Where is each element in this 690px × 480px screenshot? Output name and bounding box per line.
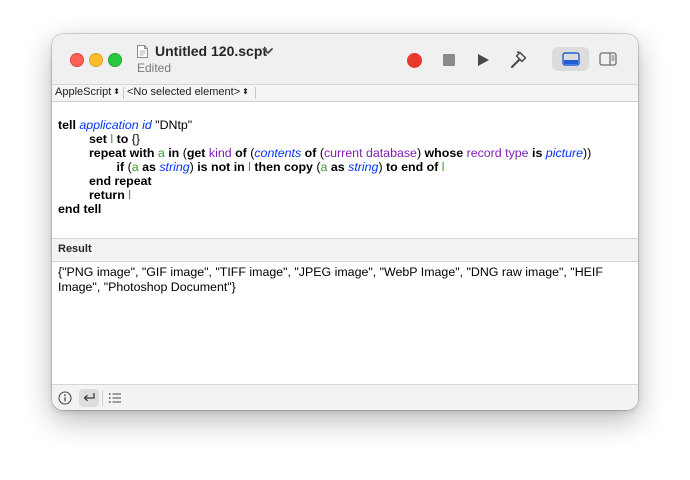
code-property: current database: [323, 146, 417, 160]
code-class: picture: [545, 146, 583, 160]
language-popup[interactable]: AppleScript ⬍: [55, 86, 120, 98]
code-variable: a: [320, 160, 328, 174]
code-keyword: repeat with: [88, 146, 155, 160]
minimize-button[interactable]: [89, 53, 103, 67]
code-variable: l: [110, 132, 114, 146]
code-application: application: [79, 118, 139, 132]
record-button[interactable]: [404, 50, 424, 70]
language-label: AppleScript: [55, 86, 112, 98]
bottom-bar: [52, 384, 638, 410]
run-button[interactable]: [473, 50, 493, 70]
code-class: string: [159, 160, 190, 174]
window-title[interactable]: Untitled 120.scpt: [155, 43, 267, 59]
chevron-down-icon[interactable]: [262, 46, 274, 56]
bottom-divider: [102, 390, 103, 406]
code-punct: )): [583, 146, 592, 160]
code-punct: ): [416, 146, 422, 160]
reply-arrow-icon: [83, 393, 95, 402]
result-text: {"PNG image", "GIF image", "TIFF image",…: [58, 265, 603, 294]
code-property: record type: [466, 146, 529, 160]
code-keyword: is: [532, 146, 543, 160]
code-keyword: end tell: [58, 202, 102, 216]
play-icon: [478, 54, 489, 66]
show-sidebar-button[interactable]: [589, 47, 626, 71]
compile-button[interactable]: [508, 50, 528, 70]
show-bottom-panel-button[interactable]: [552, 47, 589, 71]
code-keyword: get: [186, 146, 206, 160]
info-icon: [58, 391, 72, 405]
code-keyword: as: [330, 160, 345, 174]
record-icon: [406, 52, 422, 68]
stop-button[interactable]: [439, 50, 459, 70]
element-label: <No selected element>: [127, 86, 241, 98]
result-header: Result: [52, 238, 638, 262]
code-keyword: of: [304, 146, 317, 160]
code-keyword: is not in: [197, 160, 245, 174]
document-status: Edited: [137, 61, 172, 75]
bottom-panel-icon: [561, 52, 580, 66]
updown-arrows-icon: ⬍: [242, 87, 249, 96]
code-keyword: set: [88, 132, 107, 146]
code-variable: a: [131, 160, 139, 174]
result-header-label: Result: [58, 243, 92, 255]
navigation-bar: AppleScript ⬍ <No selected element> ⬍: [52, 85, 638, 102]
code-keyword: to: [116, 132, 129, 146]
code-keyword: as: [142, 160, 156, 174]
code-keyword: of: [235, 146, 247, 160]
code-class: contents: [254, 146, 302, 160]
close-button[interactable]: [70, 53, 84, 67]
hammer-icon: [510, 51, 527, 69]
code-variable: l: [441, 160, 445, 174]
result-pane[interactable]: {"PNG image", "GIF image", "TIFF image",…: [52, 262, 638, 382]
code-keyword: then copy: [254, 160, 313, 174]
description-button[interactable]: [55, 389, 75, 407]
script-document-icon: [137, 45, 148, 58]
updown-arrows-icon: ⬍: [113, 87, 120, 96]
log-button[interactable]: [105, 389, 125, 407]
code-keyword: in: [168, 146, 180, 160]
code-class: string: [348, 160, 379, 174]
code-variable: l: [248, 160, 251, 174]
code-variable: l: [128, 188, 132, 202]
code-property: kind: [208, 146, 232, 160]
script-editor[interactable]: tell application id "DNtp" set l to {} r…: [52, 102, 638, 238]
code-keyword: tell: [58, 118, 76, 132]
result-button[interactable]: [79, 389, 99, 407]
view-segmented-control: [552, 47, 626, 71]
element-popup[interactable]: <No selected element> ⬍: [127, 86, 249, 98]
script-editor-window: Untitled 120.scpt Edited AppleScript ⬍ <…: [52, 34, 638, 410]
code-punct: ): [189, 160, 194, 174]
nav-divider: [123, 87, 124, 99]
code-keyword: to end of: [386, 160, 439, 174]
code-keyword: end repeat: [88, 174, 152, 188]
title-bar: Untitled 120.scpt Edited: [52, 34, 638, 85]
nav-divider: [255, 87, 256, 99]
code-keyword: return: [88, 188, 125, 202]
code-application: id: [142, 118, 152, 132]
list-icon: [108, 393, 121, 403]
code-punct: ): [378, 160, 383, 174]
zoom-button[interactable]: [108, 53, 122, 67]
code-variable: a: [157, 146, 165, 160]
code-keyword: if: [116, 160, 125, 174]
script-code: tell application id "DNtp" set l to {} r…: [58, 118, 591, 216]
code-keyword: whose: [424, 146, 464, 160]
code-string: "DNtp": [155, 118, 193, 132]
stop-icon: [443, 54, 455, 66]
code-literal: {}: [131, 132, 141, 146]
sidebar-panel-icon: [598, 52, 617, 66]
